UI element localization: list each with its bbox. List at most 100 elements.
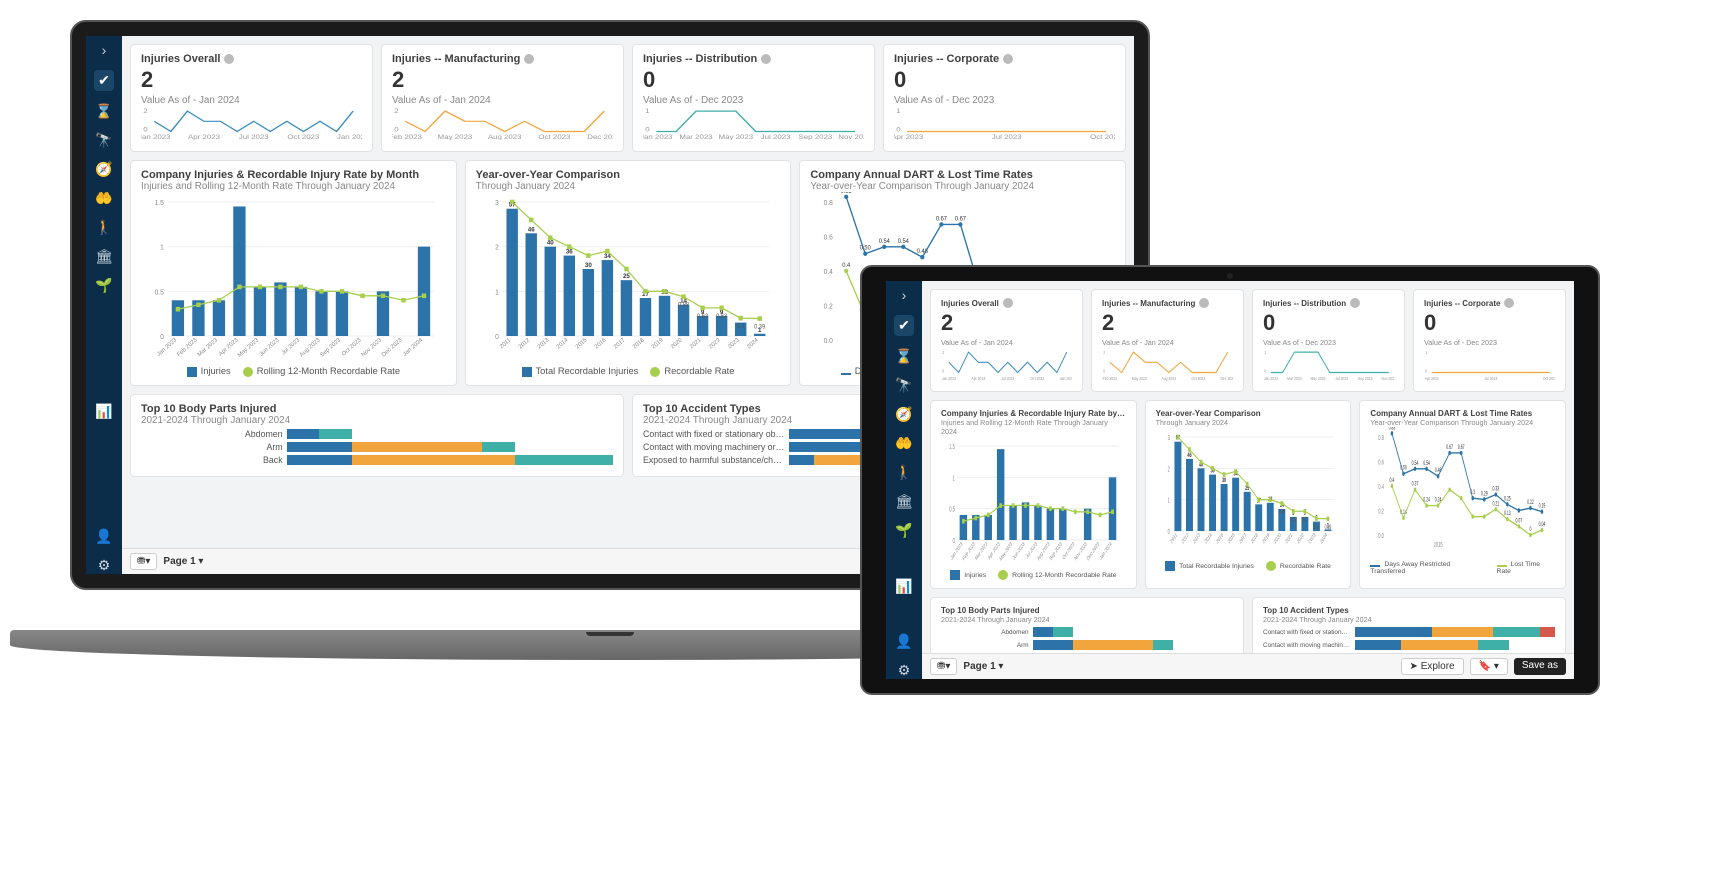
explore-button[interactable]: ➤ Explore [1401, 658, 1464, 675]
sidebar-icon[interactable]: ✔ [894, 315, 914, 336]
kpi-value: 2 [392, 67, 613, 93]
svg-text:2018: 2018 [632, 337, 645, 350]
svg-text:Jul 2023: Jul 2023 [1001, 376, 1015, 381]
svg-text:0.63: 0.63 [716, 314, 727, 320]
kpi-value: 2 [141, 67, 362, 93]
kpi-card-corp[interactable]: Injuries -- Corporate0Value As of - Dec … [883, 44, 1126, 152]
svg-text:0.4: 0.4 [824, 269, 833, 276]
svg-text:Mar 2023: Mar 2023 [679, 135, 712, 140]
sidebar-icon[interactable]: 🔭 [95, 132, 112, 149]
sidebar-icon[interactable]: 🔭 [895, 377, 912, 394]
svg-text:2014: 2014 [556, 337, 570, 351]
svg-text:2: 2 [394, 108, 398, 114]
info-icon[interactable] [524, 54, 534, 64]
chart-legend: InjuriesRolling 12-Month Recordable Rate [941, 570, 1126, 580]
kpi-asof: Value As of - Jan 2024 [1102, 338, 1233, 347]
svg-text:2014: 2014 [1204, 531, 1213, 545]
svg-text:0.5: 0.5 [949, 507, 955, 514]
hbar-row: Back [141, 455, 613, 465]
svg-text:0.6: 0.6 [824, 234, 833, 241]
kpi-value: 0 [1424, 310, 1555, 336]
info-icon[interactable] [1504, 298, 1514, 308]
svg-text:Jan 2024: Jan 2024 [402, 337, 424, 358]
info-icon[interactable] [1199, 298, 1209, 308]
sidebar-icon[interactable]: ⚙ [98, 557, 111, 574]
sidebar-icon[interactable]: 🤲 [95, 190, 112, 207]
svg-text:0.0: 0.0 [1379, 533, 1385, 540]
svg-text:Dec 2023: Dec 2023 [1086, 540, 1100, 562]
sidebar-icon[interactable]: 🏛 [95, 248, 113, 265]
svg-text:0: 0 [953, 538, 955, 545]
svg-text:2013: 2013 [1192, 531, 1201, 545]
svg-text:0.54: 0.54 [879, 239, 891, 245]
hbar-row: Abdomen [941, 627, 1233, 637]
svg-text:Oct 2023: Oct 2023 [1090, 135, 1115, 140]
sidebar-icon[interactable]: 🚶 [95, 219, 112, 236]
filter-tool[interactable]: ⛃▾ [130, 553, 157, 570]
svg-text:0.39: 0.39 [1324, 524, 1331, 531]
svg-text:Mar 2023: Mar 2023 [1287, 376, 1302, 381]
svg-text:0.4: 0.4 [843, 263, 852, 269]
dashboard-content: Injuries Overall2Value As of - Jan 20242… [922, 281, 1574, 653]
bodyparts-card[interactable]: Top 10 Body Parts Injured2021-2024 Throu… [930, 597, 1244, 653]
info-icon[interactable] [1350, 298, 1360, 308]
bodyparts-card[interactable]: Top 10 Body Parts Injured2021-2024 Throu… [130, 394, 624, 477]
info-icon[interactable] [1003, 298, 1013, 308]
sidebar-icon[interactable]: 📊 [95, 403, 112, 420]
kpi-value: 0 [1263, 310, 1394, 336]
sidebar-icon[interactable]: 🚶 [895, 464, 912, 481]
page-selector[interactable]: Page 1 ▾ [963, 661, 1003, 672]
svg-text:2021: 2021 [689, 337, 702, 350]
hbar-label: Arm [141, 442, 283, 452]
tablet-mockup: › ✔ ⌛ 🔭 🧭 🤲 🚶 🏛 🌱 📊 👤 ⚙ Injuries Overall2Value As of… [860, 265, 1600, 695]
kpi-card-dist[interactable]: Injuries -- Distribution0Value As of - D… [1252, 289, 1405, 392]
filter-tool[interactable]: ⛃▾ [930, 658, 957, 675]
info-icon[interactable] [1003, 54, 1013, 64]
kpi-card-mfg[interactable]: Injuries -- Manufacturing2Value As of - … [381, 44, 624, 152]
svg-text:Jun 2023: Jun 2023 [259, 337, 281, 358]
kpi-card-overall[interactable]: Injuries Overall2Value As of - Jan 20242… [130, 44, 373, 152]
svg-text:2016: 2016 [594, 337, 607, 350]
info-icon[interactable] [224, 54, 234, 64]
info-icon[interactable] [761, 54, 771, 64]
sidebar-icon[interactable]: ⌛ [95, 103, 112, 120]
monthly-chart-card[interactable]: Company Injuries & Recordable Injury Rat… [930, 400, 1137, 589]
kpi-card-dist[interactable]: Injuries -- Distribution0Value As of - D… [632, 44, 875, 152]
sidebar-icon[interactable]: › [902, 287, 907, 303]
sidebar-icon[interactable]: 🌱 [95, 277, 112, 294]
kpi-card-corp[interactable]: Injuries -- Corporate0Value As of - Dec … [1413, 289, 1566, 392]
bookmark-button[interactable]: 🔖 ▾ [1470, 658, 1508, 675]
sidebar-icon[interactable]: 📊 [895, 578, 912, 595]
page-selector[interactable]: Page 1 ▾ [163, 556, 203, 567]
hbar-row: Abdomen [141, 429, 613, 439]
accidents-card[interactable]: Top 10 Accident Types2021-2024 Through J… [1252, 597, 1566, 653]
kpi-value: 0 [643, 67, 864, 93]
sidebar-icon[interactable]: ⌛ [895, 348, 912, 365]
sidebar-icon[interactable]: 🤲 [895, 435, 912, 452]
svg-text:2020: 2020 [670, 337, 684, 351]
kpi-title: Injuries -- Manufacturing [392, 53, 520, 65]
sidebar-icon[interactable]: 🧭 [95, 161, 112, 178]
hbar-row: Contact with moving machinery or m… [1263, 640, 1555, 650]
kpi-card-overall[interactable]: Injuries Overall2Value As of - Jan 20242… [930, 289, 1083, 392]
svg-text:0.83: 0.83 [1389, 427, 1396, 432]
yoy-chart-card[interactable]: Year-over-Year ComparisonThrough January… [465, 160, 792, 386]
sidebar-icon[interactable]: ⚙ [898, 662, 911, 679]
sidebar-icon[interactable]: › [102, 42, 107, 58]
sidebar-icon[interactable]: 🧭 [895, 406, 912, 423]
svg-text:Aug 2023: Aug 2023 [299, 337, 321, 358]
monthly-chart-card[interactable]: Company Injuries & Recordable Injury Rat… [130, 160, 457, 386]
dart-chart-card[interactable]: Company Annual DART & Lost Time RatesYea… [1359, 400, 1566, 589]
sidebar-icon[interactable]: 👤 [95, 528, 112, 545]
sidebar-icon[interactable]: 🌱 [895, 522, 912, 539]
save-as-button[interactable]: Save as [1514, 658, 1566, 675]
sidebar-icon[interactable]: ✔ [94, 70, 114, 91]
svg-text:0: 0 [896, 127, 900, 133]
sidebar-icon[interactable]: 👤 [895, 633, 912, 650]
svg-text:1: 1 [495, 289, 499, 296]
svg-text:0.8: 0.8 [824, 200, 833, 207]
sidebar-icon[interactable]: 🏛 [895, 493, 913, 510]
yoy-chart-card[interactable]: Year-over-Year ComparisonThrough January… [1145, 400, 1352, 589]
kpi-card-mfg[interactable]: Injuries -- Manufacturing2Value As of - … [1091, 289, 1244, 392]
chart-title: Company Injuries & Recordable Injury Rat… [141, 169, 446, 181]
